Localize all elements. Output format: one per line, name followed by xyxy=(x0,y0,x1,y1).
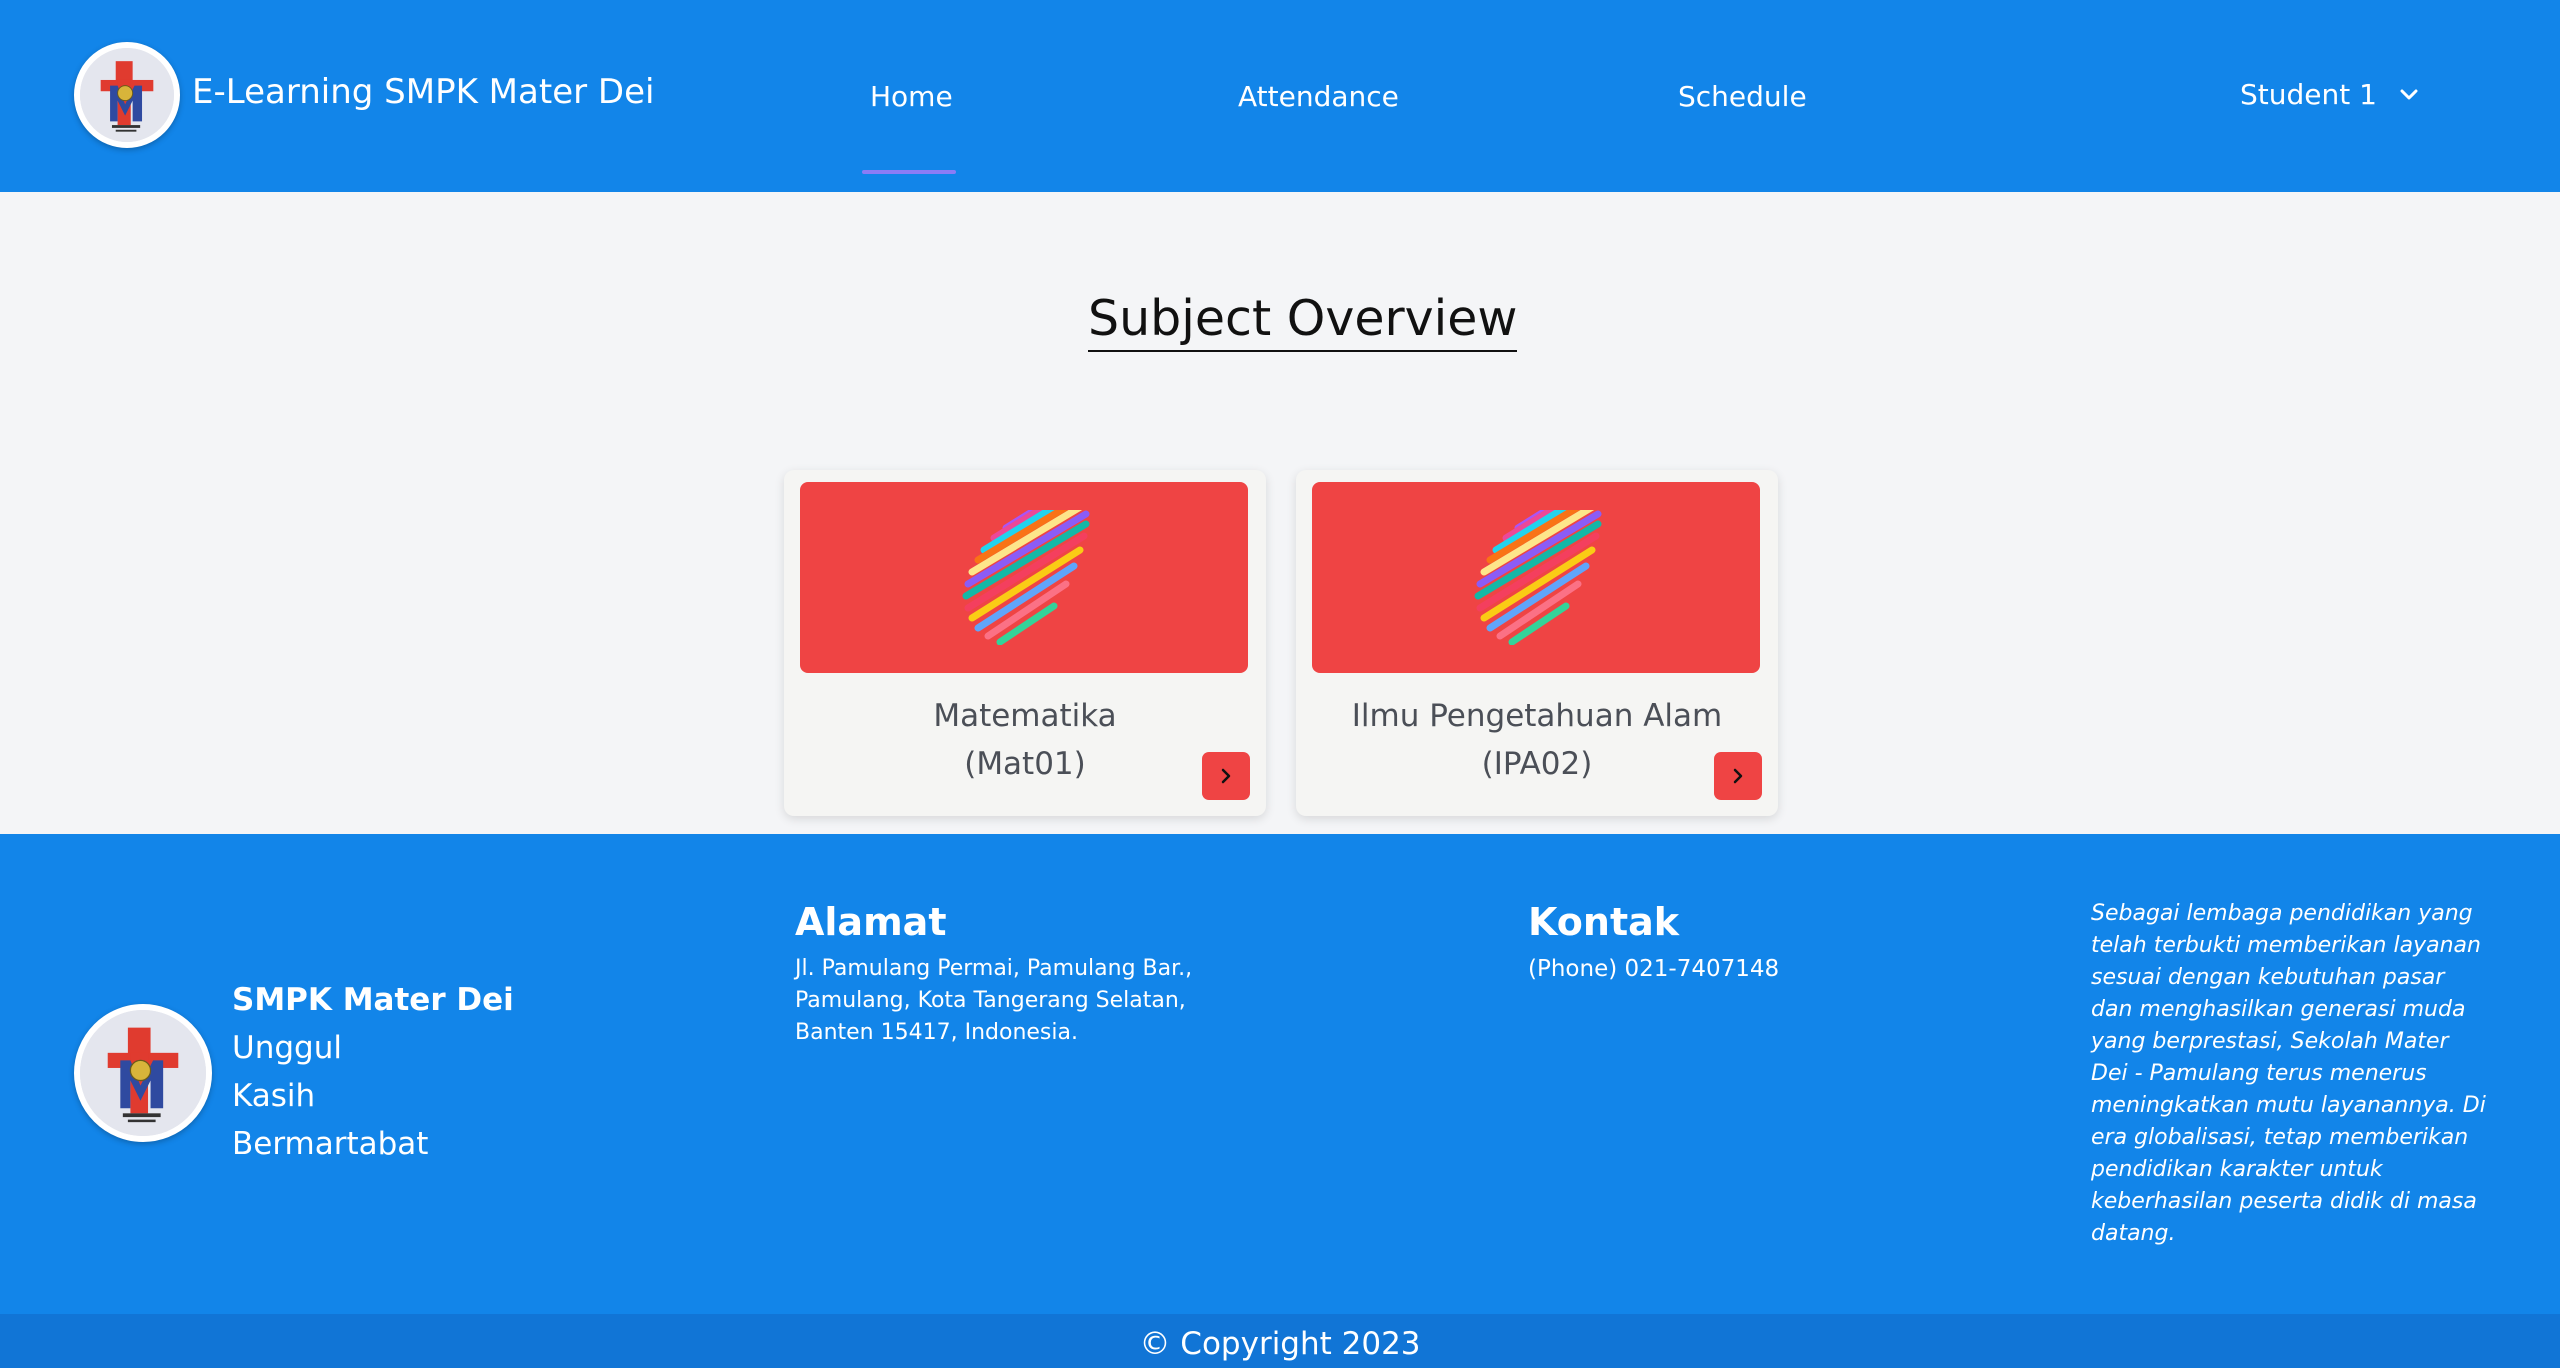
abstract-streaks-icon xyxy=(962,510,1090,645)
chevron-right-icon xyxy=(1733,768,1743,784)
address-line: Banten 15417, Indonesia. xyxy=(795,1020,1078,1045)
subject-name: Matematika xyxy=(933,698,1117,734)
nav-schedule[interactable]: Schedule xyxy=(1678,80,1807,113)
school-logo-icon xyxy=(74,1004,212,1142)
motto-item: Unggul xyxy=(232,1030,342,1066)
subject-code: (Mat01) xyxy=(964,746,1086,782)
site-footer: SMPK Mater Dei Unggul Kasih Bermartabat … xyxy=(0,834,2560,1314)
nav-attendance[interactable]: Attendance xyxy=(1238,80,1399,113)
abstract-streaks-icon xyxy=(1474,510,1602,645)
subject-card[interactable]: Matematika (Mat01) xyxy=(784,470,1266,816)
site-brand[interactable]: E-Learning SMPK Mater Dei xyxy=(192,72,654,112)
contact-phone: (Phone) 021-7407148 xyxy=(1528,956,1780,982)
contact-heading: Kontak xyxy=(1528,900,1680,944)
school-logo-icon[interactable] xyxy=(74,42,180,148)
subject-title: Matematika (Mat01) xyxy=(784,692,1266,788)
motto-item: Bermartabat xyxy=(232,1126,429,1162)
user-name: Student 1 xyxy=(2240,78,2377,111)
copyright-bar: © Copyright 2023 xyxy=(0,1314,2560,1368)
chevron-down-icon xyxy=(2400,89,2418,99)
subject-card[interactable]: Ilmu Pengetahuan Alam (IPA02) xyxy=(1296,470,1778,816)
subject-banner xyxy=(800,482,1248,673)
footer-school-name: SMPK Mater Dei xyxy=(232,982,514,1018)
subject-code: (IPA02) xyxy=(1481,746,1593,782)
subject-title: Ilmu Pengetahuan Alam (IPA02) xyxy=(1296,692,1778,788)
address-line: Jl. Pamulang Permai, Pamulang Bar., xyxy=(795,956,1193,981)
top-navbar: E-Learning SMPK Mater Dei Home Attendanc… xyxy=(0,0,2560,192)
open-subject-button[interactable] xyxy=(1202,752,1250,800)
page-title: Subject Overview xyxy=(1088,290,1518,352)
motto-item: Kasih xyxy=(232,1078,316,1114)
copyright-text: © Copyright 2023 xyxy=(1139,1326,1421,1362)
address-line: Pamulang, Kota Tangerang Selatan, xyxy=(795,988,1186,1013)
nav-home[interactable]: Home xyxy=(870,80,953,113)
active-nav-indicator xyxy=(862,170,956,174)
subject-name: Ilmu Pengetahuan Alam xyxy=(1351,698,1723,734)
school-description: Sebagai lembaga pendidikan yang telah te… xyxy=(2091,901,2486,1246)
address-heading: Alamat xyxy=(795,900,947,944)
user-menu-dropdown[interactable]: Student 1 xyxy=(2240,78,2419,111)
chevron-right-icon xyxy=(1221,768,1231,784)
subject-banner xyxy=(1312,482,1760,673)
open-subject-button[interactable] xyxy=(1714,752,1762,800)
